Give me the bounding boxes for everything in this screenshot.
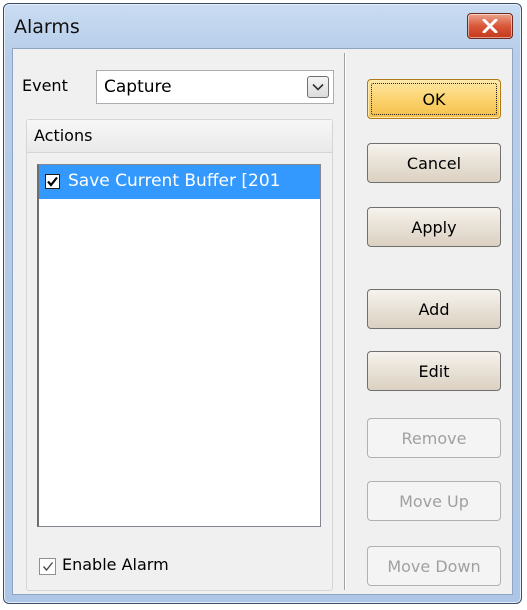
add-button-label: Add: [418, 299, 450, 319]
move-up-button[interactable]: Move Up: [367, 481, 501, 521]
add-button[interactable]: Add: [367, 289, 501, 329]
close-icon: [482, 19, 498, 33]
list-item[interactable]: Save Current Buffer [201: [39, 165, 320, 199]
cancel-button[interactable]: Cancel: [367, 143, 501, 183]
actions-header-label: Actions: [34, 126, 93, 145]
checkmark-icon: [42, 562, 53, 572]
ok-button[interactable]: OK: [367, 79, 501, 119]
action-checkbox[interactable]: [45, 174, 60, 189]
chevron-down-icon: [312, 83, 324, 91]
close-button[interactable]: [467, 13, 513, 39]
remove-button-label: Remove: [401, 428, 467, 448]
actions-group: Actions Save Current Buffer [201: [26, 119, 333, 591]
vertical-divider: [344, 53, 346, 590]
alarms-dialog: Alarms Event Capture Actions Save Curren…: [3, 3, 522, 604]
edit-button[interactable]: Edit: [367, 351, 501, 391]
ok-button-label: OK: [422, 89, 446, 109]
move-down-button[interactable]: Move Down: [367, 546, 501, 586]
window-title: Alarms: [14, 16, 80, 38]
event-select[interactable]: Capture: [96, 70, 334, 104]
actions-group-header: Actions: [27, 120, 332, 153]
action-label: Save Current Buffer [201: [68, 171, 281, 191]
event-select-value: Capture: [104, 77, 172, 97]
remove-button[interactable]: Remove: [367, 418, 501, 458]
cancel-button-label: Cancel: [406, 153, 462, 173]
event-dropdown-button[interactable]: [307, 76, 329, 98]
enable-alarm-box[interactable]: [39, 558, 56, 575]
event-label: Event: [22, 76, 68, 95]
move-up-button-label: Move Up: [399, 491, 469, 511]
actions-list[interactable]: Save Current Buffer [201: [37, 164, 321, 527]
checkmark-icon: [47, 176, 58, 187]
move-down-button-label: Move Down: [387, 556, 481, 576]
edit-button-label: Edit: [418, 361, 450, 381]
apply-button-label: Apply: [411, 217, 457, 237]
dialog-body: Event Capture Actions Save Current Buffe…: [12, 48, 513, 595]
apply-button[interactable]: Apply: [367, 207, 501, 247]
enable-alarm-label: Enable Alarm: [62, 555, 169, 574]
